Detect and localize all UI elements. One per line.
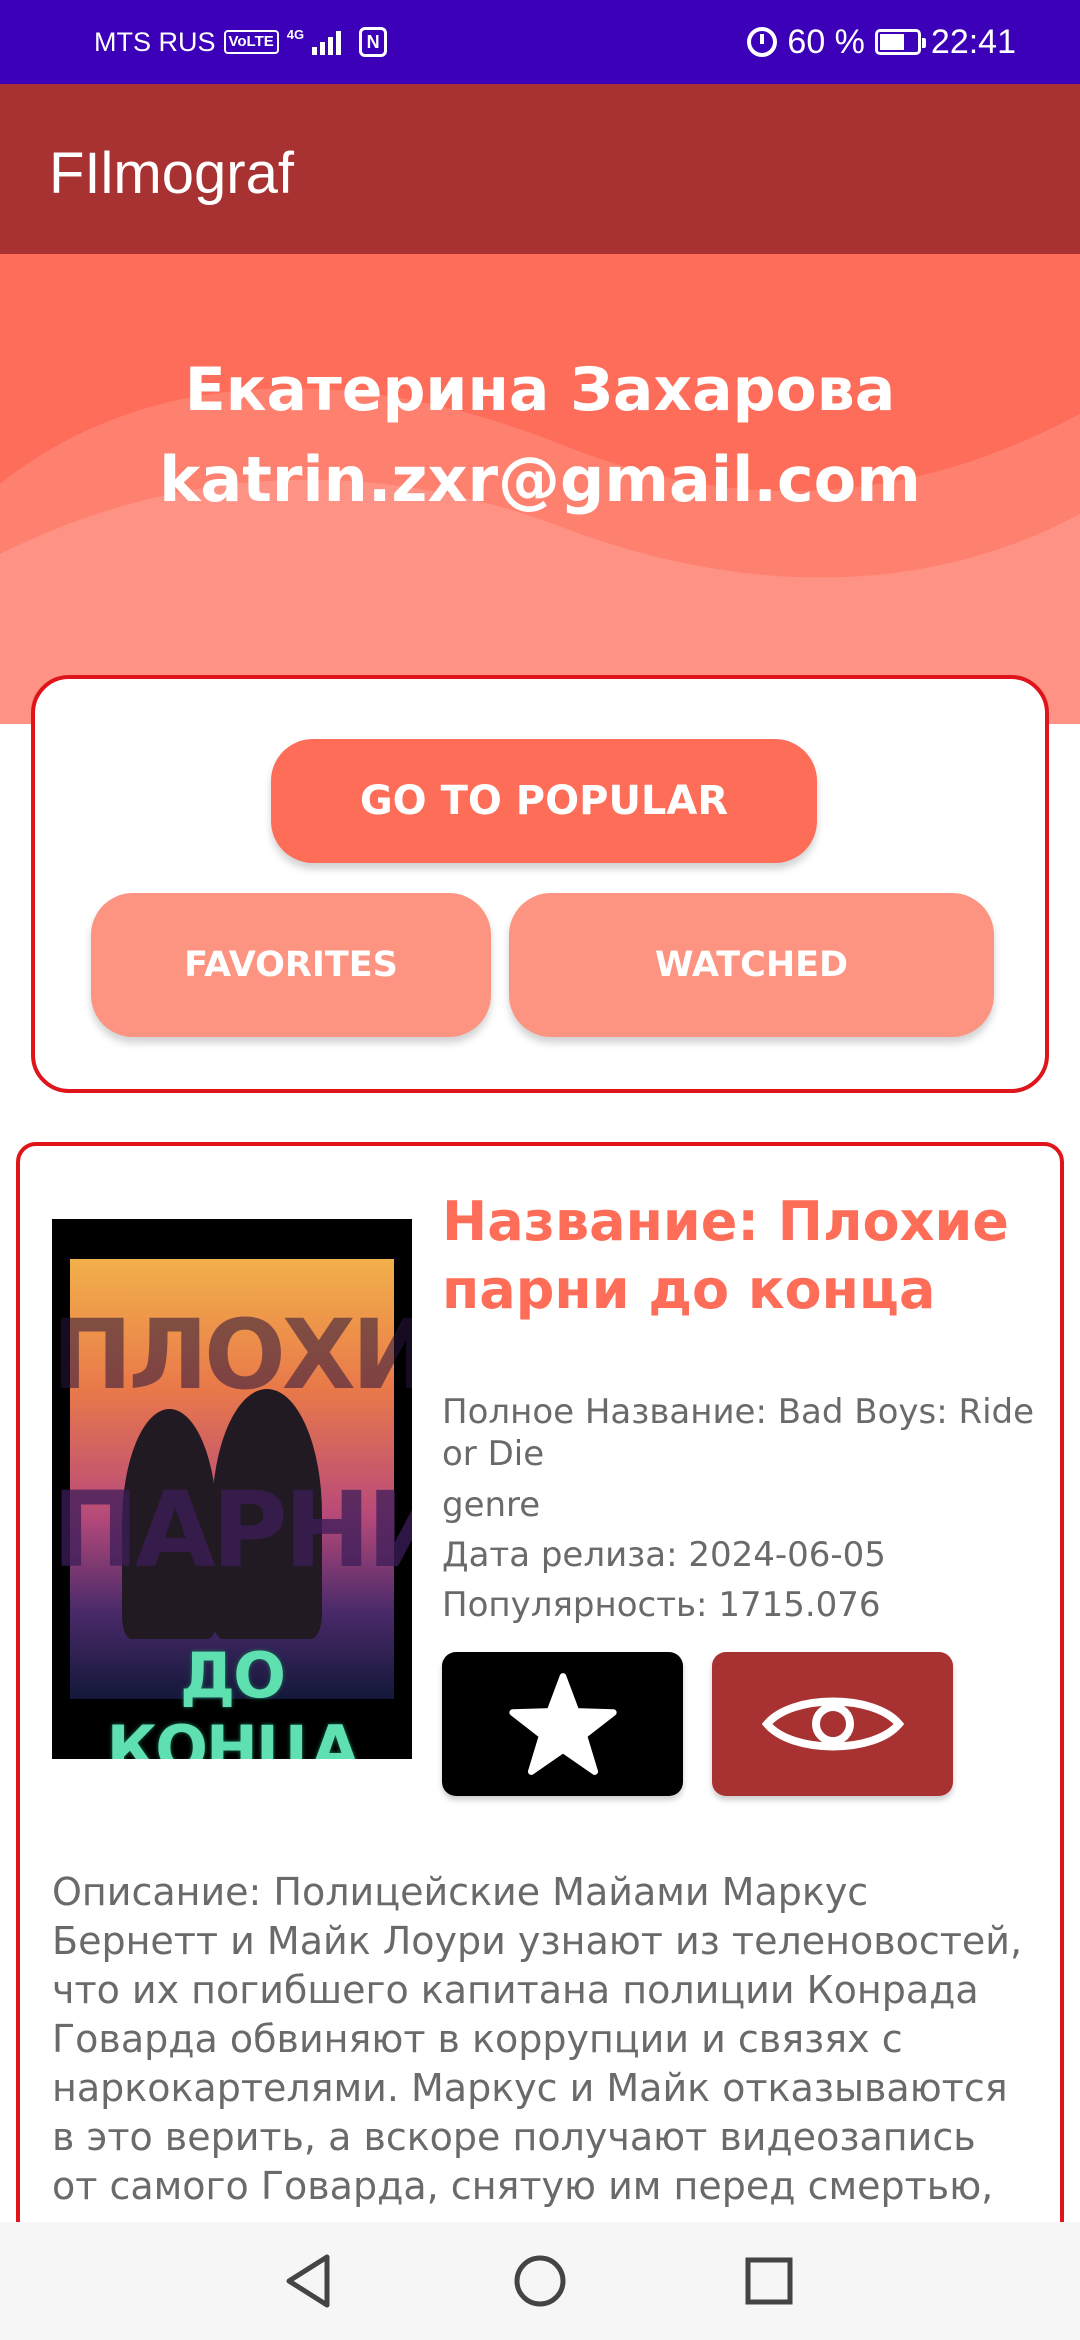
- poster-title-line-2: ПАРНИ: [52, 1469, 412, 1591]
- star-icon: [508, 1673, 617, 1775]
- movie-full-title: Полное Название: Bad Boys: Ride or Die: [442, 1392, 1035, 1474]
- network-type-label: 4G: [286, 26, 305, 42]
- movie-card[interactable]: ПЛОХИЕ ПАРНИ ДО КОНЦА Название: Плохие п…: [16, 1142, 1064, 2340]
- app-bar: FIlmograf: [0, 84, 1080, 254]
- watched-button[interactable]: WATCHED: [509, 893, 994, 1037]
- back-icon: [286, 2254, 330, 2308]
- battery-icon: [874, 29, 926, 55]
- profile-name: Екатерина Захарова: [184, 355, 896, 425]
- recent-apps-button[interactable]: [734, 2246, 804, 2316]
- go-to-popular-button[interactable]: GO TO POPULAR: [271, 739, 817, 863]
- carrier-label: MTS RUS: [94, 26, 216, 57]
- poster-title-line-1: ПЛОХИЕ: [52, 1299, 412, 1411]
- app-title: FIlmograf: [49, 141, 294, 206]
- back-button[interactable]: [273, 2246, 343, 2316]
- profile-email: katrin.zxr@gmail.com: [159, 443, 921, 516]
- movie-popularity: Популярность: 1715.076: [442, 1585, 881, 1625]
- nfc-icon: N: [359, 27, 388, 57]
- volte-icon: VoLTE: [223, 30, 279, 54]
- status-bar: MTS RUS VoLTE 4G N 60 % 22:41: [0, 0, 1080, 84]
- poster-title-line-3: ДО КОНЦА: [106, 1639, 360, 1759]
- status-left: MTS RUS VoLTE 4G N: [94, 0, 388, 84]
- alarm-icon: [747, 27, 778, 57]
- status-right: 60 % 22:41: [747, 0, 1016, 84]
- signal-icon: [312, 29, 342, 55]
- home-button[interactable]: [505, 2246, 575, 2316]
- clock: 22:41: [930, 22, 1016, 61]
- recent-apps-icon: [745, 2257, 793, 2305]
- mark-watched-button[interactable]: [712, 1652, 953, 1796]
- battery-percent: 60 %: [787, 22, 865, 61]
- movie-release-date: Дата релиза: 2024-06-05: [442, 1535, 886, 1575]
- movie-title: Название: Плохие парни до конца: [442, 1190, 1009, 1321]
- navigation-card: GO TO POPULAR FAVORITES WATCHED: [31, 675, 1049, 1093]
- favorites-button[interactable]: FAVORITES: [91, 893, 491, 1037]
- system-navigation-bar: [0, 2222, 1080, 2340]
- add-to-favorites-button[interactable]: [442, 1652, 683, 1796]
- eye-icon: [761, 1697, 904, 1751]
- movie-genre: genre: [442, 1485, 541, 1525]
- movie-poster[interactable]: ПЛОХИЕ ПАРНИ ДО КОНЦА: [52, 1219, 412, 1759]
- movie-description: Описание: Полицейские Майами Маркус Берн…: [52, 1870, 1023, 2208]
- home-icon: [514, 2255, 566, 2307]
